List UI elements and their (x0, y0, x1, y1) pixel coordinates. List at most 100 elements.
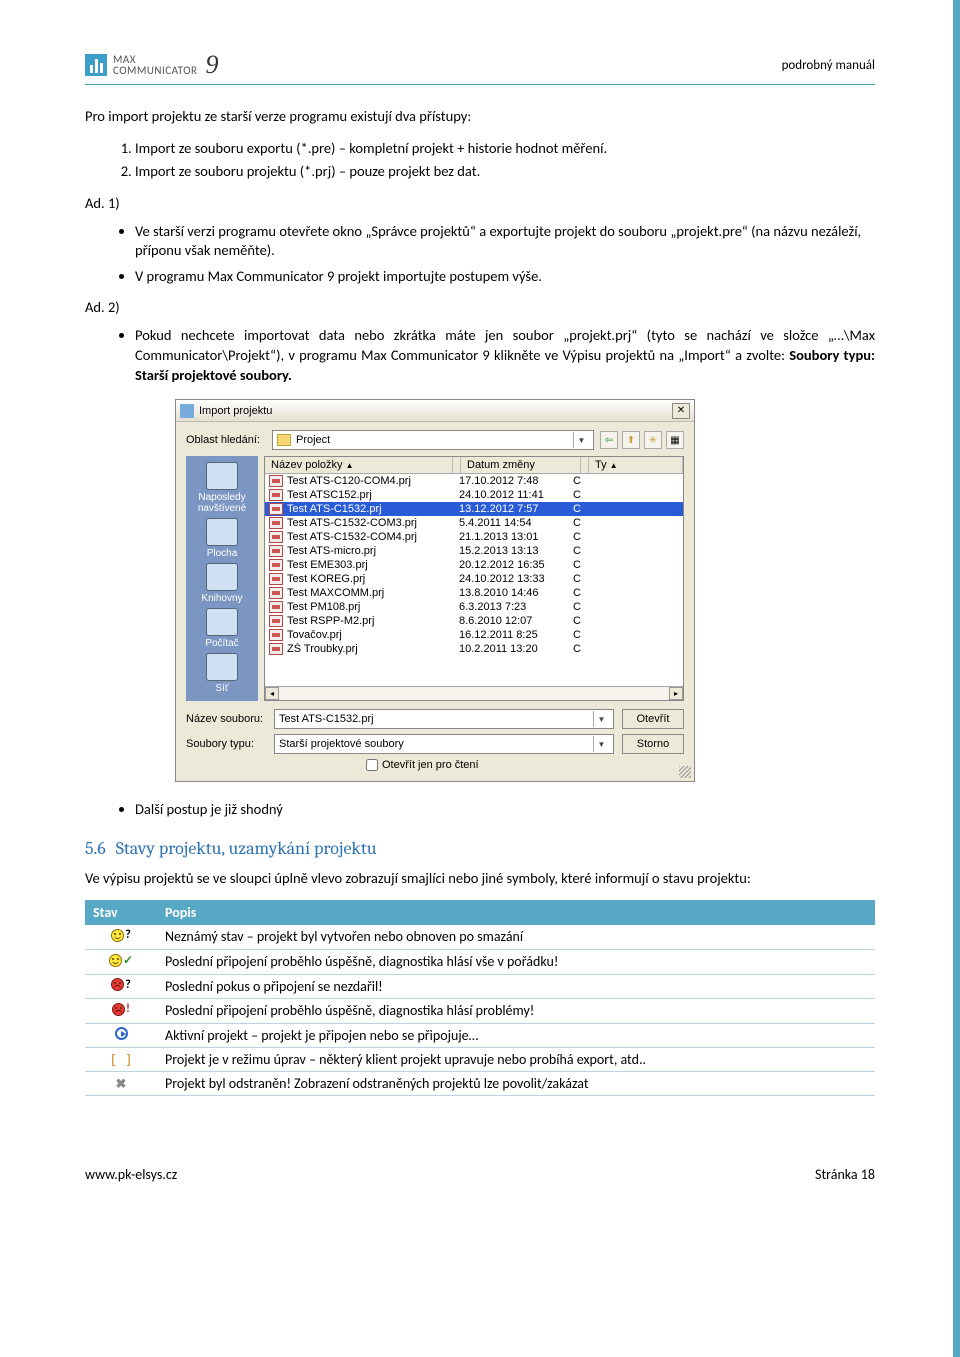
logo-text: MAX COMMUNICATOR (113, 54, 197, 76)
table-row: ✓Poslední připojení proběhlo úspěšně, di… (85, 949, 875, 974)
filename-input[interactable]: Test ATS-C1532.prj▼ (274, 709, 614, 729)
file-row[interactable]: Test ATSC152.prj24.10.2012 11:41C (265, 488, 683, 502)
col-type[interactable]: Ty ▲ (589, 457, 683, 473)
filename-label: Název souboru: (186, 713, 266, 725)
close-button[interactable]: ✕ (672, 403, 690, 419)
section-number: 5.6 (85, 838, 106, 859)
cancel-button[interactable]: Storno (622, 734, 684, 754)
sidebar-desktop[interactable]: Plocha (206, 518, 238, 559)
filetype-combo[interactable]: Starší projektové soubory▼ (274, 734, 614, 754)
readonly-check[interactable]: Otevřít jen pro čtení (366, 759, 684, 771)
chevron-down-icon[interactable]: ▼ (573, 432, 589, 448)
logo: MAX COMMUNICATOR 9 (85, 50, 218, 80)
footer-url: www.pk-elsys.cz (85, 1166, 177, 1183)
table-row: ✖Projekt byl odstraněn! Zobrazení odstra… (85, 1071, 875, 1095)
sidebar-recent[interactable]: Naposledy navštívené (188, 462, 256, 514)
resize-grip[interactable] (679, 766, 691, 778)
back-icon[interactable]: ⇦ (600, 431, 618, 449)
readonly-checkbox[interactable] (366, 759, 378, 771)
file-row[interactable]: ZŠ Troubky.prj10.2.2011 13:20C (265, 642, 683, 656)
file-row[interactable]: Test KOREG.prj24.10.2012 13:33C (265, 572, 683, 586)
file-row[interactable]: Tovačov.prj16.12.2011 8:25C (265, 628, 683, 642)
file-list: Název položky ▲ Datum změny Ty ▲ Test AT… (264, 456, 684, 701)
ad2-item: Pokud nechcete importovat data nebo zkrá… (135, 326, 875, 385)
status-table: Stav Popis ?Neznámý stav – projekt byl v… (85, 900, 875, 1096)
col-date[interactable]: Datum změny (461, 457, 581, 473)
sidebar-network[interactable]: Síť (206, 653, 238, 694)
table-row: Aktivní projekt – projekt je připojen ne… (85, 1023, 875, 1047)
status-ok-icon: ✓ (109, 953, 133, 968)
approach-2: Import ze souboru projektu (*.prj) – pou… (135, 162, 875, 182)
file-icon (269, 601, 283, 613)
file-row[interactable]: Test EME303.prj20.12.2012 16:35C (265, 558, 683, 572)
file-row[interactable]: Test ATS-C1532.prj13.12.2012 7:57C (265, 502, 683, 516)
sidebar-computer[interactable]: Počítač (205, 608, 238, 649)
table-row: ?Neznámý stav – projekt byl vytvořen neb… (85, 925, 875, 949)
chevron-down-icon[interactable]: ▼ (593, 711, 609, 727)
ad1-list: Ve starší verzi programu otevřete okno „… (135, 222, 875, 287)
section-heading: 5.6 Stavy projektu, uzamykání projektu (85, 838, 875, 859)
import-dialog: Import projektu ✕ Oblast hledání: Projec… (175, 399, 695, 782)
folder-icon (277, 434, 291, 446)
ad2-item-text: Pokud nechcete importovat data nebo zkrá… (135, 326, 875, 364)
file-icon (269, 503, 283, 515)
table-row: !Poslední připojení proběhlo úspěšně, di… (85, 999, 875, 1024)
ad2-list: Pokud nechcete importovat data nebo zkrá… (135, 326, 875, 385)
file-icon (269, 643, 283, 655)
file-row[interactable]: Test ATS-micro.prj15.2.2013 13:13C (265, 544, 683, 558)
table-row: ?Poslední pokus o připojení se nezdařil! (85, 974, 875, 999)
ad1-label: Ad. 1) (85, 194, 875, 212)
chevron-down-icon[interactable]: ▼ (593, 736, 609, 752)
status-fail-icon: ? (111, 978, 131, 992)
header-manual-label: podrobný manuál (782, 58, 875, 73)
file-icon (269, 545, 283, 557)
scroll-right[interactable]: ▸ (669, 687, 683, 700)
file-row[interactable]: Test ATS-C1532-COM3.prj5.4.2011 14:54C (265, 516, 683, 530)
status-deleted-icon: ✖ (116, 1077, 127, 1092)
status-unknown-icon: ? (111, 928, 131, 942)
post-item: Další postup je již shodný (135, 800, 875, 820)
file-icon (269, 517, 283, 529)
up-icon[interactable]: ⬆ (622, 431, 640, 449)
col-stav: Stav (85, 900, 157, 925)
section-text: Ve výpisu projektů se ve sloupci úplně v… (85, 869, 875, 889)
post-list: Další postup je již shodný (135, 800, 875, 820)
footer-page: Stránka 18 (815, 1166, 875, 1183)
file-icon (269, 475, 283, 487)
table-row: [ ]Projekt je v režimu úprav – některý k… (85, 1047, 875, 1071)
file-row[interactable]: Test ATS-C120-COM4.prj17.10.2012 7:48C (265, 474, 683, 488)
sidebar-libraries[interactable]: Knihovny (201, 563, 242, 604)
logo-number: 9 (205, 50, 218, 80)
ad1-item-2: V programu Max Communicator 9 projekt im… (135, 267, 875, 287)
file-icon (269, 573, 283, 585)
scroll-left[interactable]: ◂ (265, 687, 279, 700)
dialog-title: Import projektu (199, 405, 272, 417)
file-icon (269, 587, 283, 599)
file-row[interactable]: Test RSPP-M2.prj8.6.2010 12:07C (265, 614, 683, 628)
newfolder-icon[interactable]: ✳ (644, 431, 662, 449)
filetype-label: Soubory typu: (186, 738, 266, 750)
h-scrollbar[interactable]: ◂ ▸ (265, 686, 683, 700)
nav-icons: ⇦ ⬆ ✳ ▦ (600, 431, 684, 449)
open-button[interactable]: Otevřít (622, 709, 684, 729)
file-row[interactable]: Test MAXCOMM.prj13.8.2010 14:46C (265, 586, 683, 600)
file-icon (269, 489, 283, 501)
lookin-combo[interactable]: Project ▼ (272, 430, 594, 450)
places-sidebar: Naposledy navštívené Plocha Knihovny Poč… (186, 456, 258, 701)
lookin-value: Project (296, 434, 330, 446)
status-edit-icon: [ ] (109, 1053, 132, 1068)
approach-1: Import ze souboru exportu (*.pre) – komp… (135, 139, 875, 159)
file-list-body[interactable]: Test ATS-C120-COM4.prj17.10.2012 7:48CTe… (265, 474, 683, 686)
page-header: MAX COMMUNICATOR 9 podrobný manuál (85, 50, 875, 85)
views-icon[interactable]: ▦ (666, 431, 684, 449)
lookin-label: Oblast hledání: (186, 434, 266, 446)
file-row[interactable]: Test ATS-C1532-COM4.prj21.1.2013 13:01C (265, 530, 683, 544)
table-header: Stav Popis (85, 900, 875, 925)
section-title: Stavy projektu, uzamykání projektu (116, 838, 377, 859)
file-icon (269, 615, 283, 627)
status-active-icon (115, 1027, 128, 1040)
col-popis: Popis (157, 900, 875, 925)
dialog-screenshot: Import projektu ✕ Oblast hledání: Projec… (175, 399, 875, 782)
file-row[interactable]: Test PM108.prj6.3.2013 7:23C (265, 600, 683, 614)
col-name[interactable]: Název položky ▲ (265, 457, 453, 473)
